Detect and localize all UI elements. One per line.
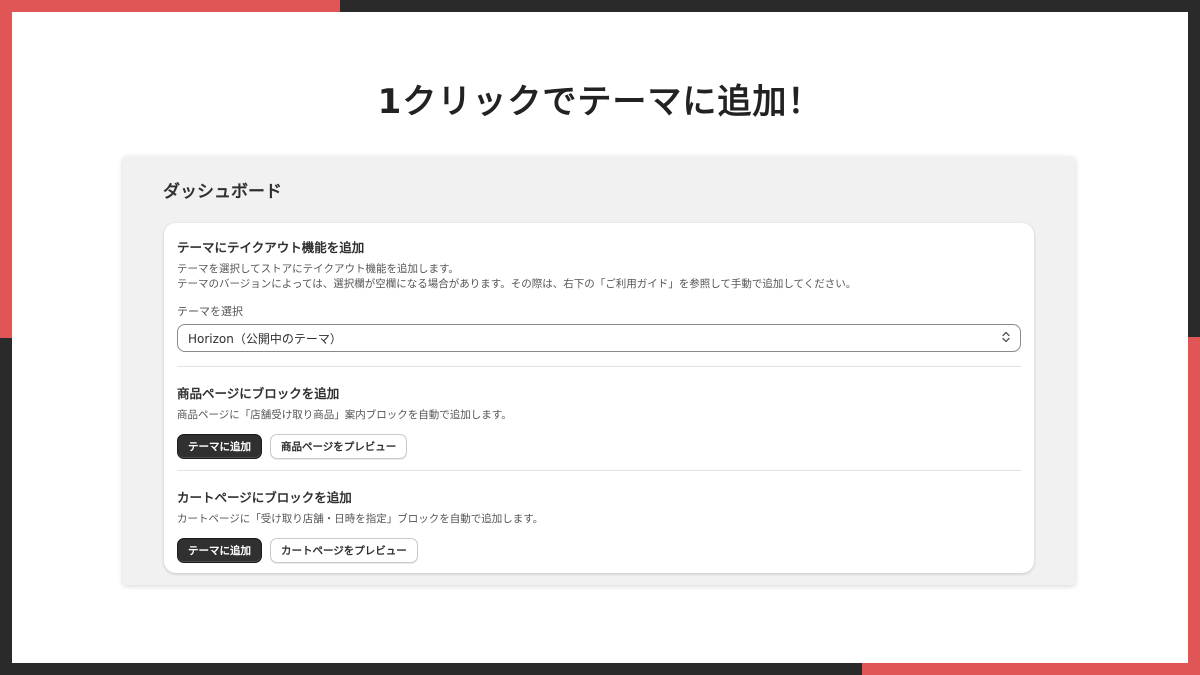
- slide-canvas: 1クリックでテーマに追加！ ダッシュボード テーマにテイクアウト機能を追加 テー…: [12, 12, 1188, 663]
- settings-card: テーマにテイクアウト機能を追加 テーマを選択してストアにテイクアウト機能を追加し…: [164, 223, 1034, 573]
- theme-desc-line-1: テーマを選択してストアにテイクアウト機能を追加します。: [177, 263, 459, 275]
- product-section-description: 商品ページに「店舗受け取り商品」案内ブロックを自動で追加します。: [177, 409, 512, 421]
- theme-select[interactable]: Horizon（公開中のテーマ）: [177, 324, 1021, 352]
- product-actions: テーマに追加 商品ページをプレビュー: [177, 434, 1021, 459]
- theme-section-description: テーマを選択してストアにテイクアウト機能を追加します。 テーマのバージョンによっ…: [177, 262, 1021, 292]
- theme-section: テーマにテイクアウト機能を追加 テーマを選択してストアにテイクアウト機能を追加し…: [177, 237, 1021, 352]
- cart-preview-button[interactable]: カートページをプレビュー: [270, 538, 418, 563]
- theme-desc-line-2: テーマのバージョンによっては、選択欄が空欄になる場合があります。その際は、右下の…: [177, 278, 857, 290]
- headline: 1クリックでテーマに追加！: [377, 82, 823, 122]
- cart-section-title: カートページにブロックを追加: [177, 490, 352, 505]
- cart-section-description: カートページに「受け取り店舗・日時を指定」ブロックを自動で追加します。: [177, 513, 544, 525]
- dashboard-panel: ダッシュボード テーマにテイクアウト機能を追加 テーマを選択してストアにテイクア…: [123, 157, 1075, 585]
- cart-add-to-theme-button[interactable]: テーマに追加: [177, 538, 262, 563]
- theme-select-label: テーマを選択: [177, 305, 243, 318]
- cart-section: カートページにブロックを追加 カートページに「受け取り店舗・日時を指定」ブロック…: [177, 487, 1021, 563]
- cart-actions: テーマに追加 カートページをプレビュー: [177, 538, 1021, 563]
- chevron-up-down-icon: [1002, 331, 1010, 344]
- product-add-to-theme-button[interactable]: テーマに追加: [177, 434, 262, 459]
- product-section-title: 商品ページにブロックを追加: [177, 386, 340, 401]
- product-section: 商品ページにブロックを追加 商品ページに「店舗受け取り商品」案内ブロックを自動で…: [177, 383, 1021, 459]
- theme-select-value: Horizon（公開中のテーマ）: [188, 331, 342, 346]
- theme-section-title: テーマにテイクアウト機能を追加: [177, 240, 365, 255]
- section-divider: [177, 366, 1021, 367]
- product-preview-button[interactable]: 商品ページをプレビュー: [270, 434, 408, 459]
- section-divider: [177, 470, 1021, 471]
- page-title: ダッシュボード: [163, 182, 282, 202]
